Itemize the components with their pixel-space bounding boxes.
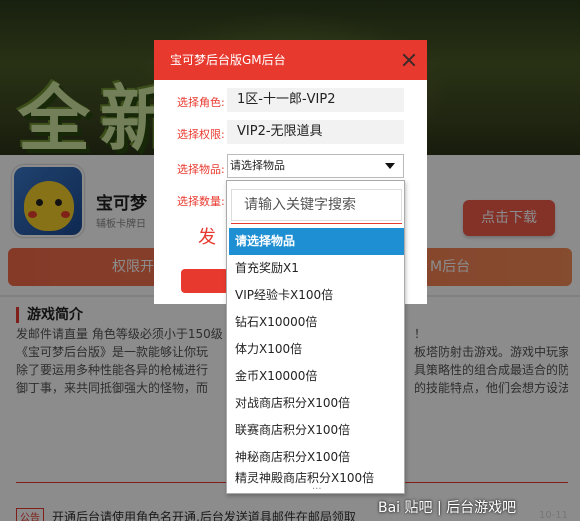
dialog-header: 宝可梦后台版GM后台	[154, 40, 427, 80]
dropdown-search-input[interactable]: 请输入关键字搜索	[231, 189, 402, 221]
close-icon[interactable]	[401, 52, 417, 68]
permission-field[interactable]: VIP2-无限道具	[227, 120, 404, 144]
search-underline	[231, 223, 402, 224]
quantity-label: 选择数量:	[177, 195, 225, 208]
dropdown-option[interactable]: 金币X10000倍	[229, 363, 404, 390]
dropdown-option[interactable]: 神秘商店积分X100倍	[229, 444, 404, 471]
dropdown-option[interactable]: 请选择物品	[229, 228, 404, 255]
send-label-partial: 发	[198, 227, 216, 248]
tieba-watermark: Bai 贴吧 | 后台游戏吧	[378, 500, 517, 516]
item-label: 选择物品:	[177, 163, 225, 176]
item-select-value: 请选择物品	[230, 159, 285, 172]
item-dropdown: 请输入关键字搜索 请选择物品 首充奖励X1 VIP经验卡X100倍 钻石X100…	[226, 180, 405, 494]
dropdown-option[interactable]: VIP经验卡X100倍	[229, 282, 404, 309]
item-select[interactable]: 请选择物品	[227, 154, 404, 178]
dropdown-option[interactable]: 对战商店积分X100倍	[229, 390, 404, 417]
dropdown-option[interactable]: 钻石X10000倍	[229, 309, 404, 336]
dropdown-option[interactable]: 首充奖励X1	[229, 255, 404, 282]
dropdown-list: 请选择物品 首充奖励X1 VIP经验卡X100倍 钻石X10000倍 体力X10…	[229, 228, 404, 485]
dropdown-option[interactable]: 联赛商店积分X100倍	[229, 417, 404, 444]
role-label: 选择角色:	[177, 96, 225, 109]
role-field[interactable]: 1区-十一郎-VIP2	[227, 88, 404, 112]
caret-down-icon	[385, 163, 395, 169]
permission-label: 选择权限:	[177, 128, 225, 141]
intro-date: 10-11	[538, 510, 568, 521]
dialog-title: 宝可梦后台版GM后台	[170, 53, 286, 67]
dropdown-option[interactable]: 体力X100倍	[229, 336, 404, 363]
send-button[interactable]	[181, 269, 229, 293]
more-indicator-icon: ...	[312, 481, 322, 492]
